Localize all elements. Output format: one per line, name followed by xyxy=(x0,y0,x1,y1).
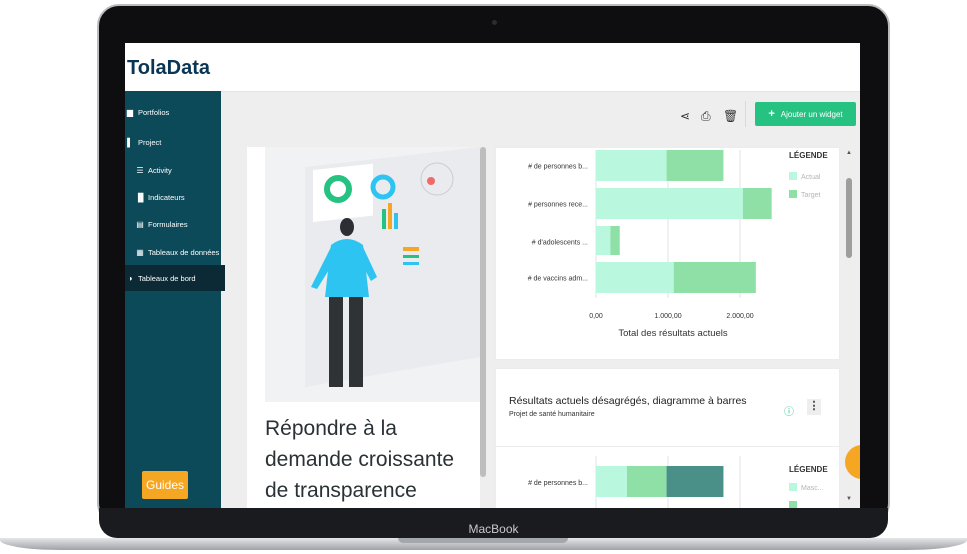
more-options-icon[interactable]: ⋮ xyxy=(807,399,821,415)
top-bar: TolaData xyxy=(125,43,860,92)
sidebar-item-tableaux-de-bord[interactable]: ◑ Tableaux de bord xyxy=(125,265,225,291)
briefcase-icon: ▆ xyxy=(126,107,134,117)
y-category-label: # de personnes b... xyxy=(528,480,588,487)
form-icon: ▤ xyxy=(136,219,144,229)
sidebar-item-project[interactable]: ▌ Project xyxy=(125,133,161,151)
hero-line: Répondre à la xyxy=(265,417,397,440)
legend-swatch xyxy=(789,190,797,198)
bar-actual xyxy=(596,262,674,293)
sidebar-item-label: Project xyxy=(138,137,162,147)
bar-target xyxy=(673,262,756,293)
macbook-label: MacBook xyxy=(468,522,519,536)
info-icon[interactable]: ⓘ xyxy=(784,403,794,418)
left-scrollbar[interactable] xyxy=(480,147,486,477)
legend-swatch xyxy=(789,172,797,180)
illustration-panel xyxy=(265,147,480,402)
y-category-label: # d'adolescents ... xyxy=(532,240,588,247)
chart-2-subtitle: Projet de santé humanitaire xyxy=(509,411,595,418)
legend-swatch xyxy=(789,483,797,491)
bar-segment xyxy=(666,466,724,497)
folder-icon: ▌ xyxy=(127,137,133,147)
chart-2-title: Résultats actuels désagrégés, diagramme … xyxy=(509,395,747,407)
app-screen: TolaData ▆ Portfolios ▌ Project ☰ Activi… xyxy=(125,43,860,508)
legend-title: LÉGENDE xyxy=(789,465,828,474)
sidebar-item-tableaux-de-donnees[interactable]: ▦ Tableaux de données xyxy=(135,243,219,261)
person-illustration xyxy=(305,147,480,387)
bar-segment xyxy=(596,466,627,497)
table-icon: ▦ xyxy=(136,247,144,257)
sidebar-item-activity[interactable]: ☰ Activity xyxy=(135,161,172,179)
hero-line: de transparence xyxy=(265,479,417,502)
bar-segment xyxy=(626,466,667,497)
laptop-notch xyxy=(398,538,568,543)
x-tick-label: 1.000,00 xyxy=(654,313,681,320)
laptop-chin: MacBook xyxy=(99,508,888,538)
toolbar-divider xyxy=(745,101,746,127)
guides-button[interactable]: Guides xyxy=(142,471,188,499)
bar-actual xyxy=(596,226,611,255)
legend-label: Masc... xyxy=(801,485,824,492)
scroll-up-arrow-icon[interactable]: ▲ xyxy=(846,150,852,156)
sidebar-item-indicateurs[interactable]: ▐▌ Indicateurs xyxy=(135,188,185,206)
hero-heading: Répondre à la demande croissante de tran… xyxy=(265,413,475,506)
chart-card-2: Résultats actuels désagrégés, diagramme … xyxy=(495,368,840,508)
sidebar-item-label: Portfolios xyxy=(138,107,170,117)
add-widget-button[interactable]: + Ajouter un widget xyxy=(755,102,856,126)
scroll-down-arrow-icon[interactable]: ▼ xyxy=(846,496,852,502)
add-widget-label: Ajouter un widget xyxy=(780,109,843,119)
x-tick-label: 2.000,00 xyxy=(726,313,753,320)
bar-actual xyxy=(596,188,743,219)
legend-swatch xyxy=(789,501,797,508)
x-axis-title: Total des résultats actuels xyxy=(618,328,728,339)
hero-line: demande croissante xyxy=(265,448,455,471)
right-scrollbar[interactable] xyxy=(846,178,852,258)
sidebar-item-portfolios[interactable]: ▆ Portfolios xyxy=(125,103,169,121)
dashboard-icon: ◑ xyxy=(127,273,133,283)
legend-label: Actual xyxy=(801,174,821,181)
sidebar-item-label: Indicateurs xyxy=(148,192,185,202)
illustration-card: Répondre à la demande croissante de tran… xyxy=(247,147,480,508)
sidebar-item-label: Tableaux de bord xyxy=(138,273,196,283)
bar-target xyxy=(610,226,620,255)
chart-card-1: 0,00 1.000,00 2.000,00 # de personnes b... #… xyxy=(495,147,840,360)
y-category-label: # de vaccins adm... xyxy=(528,276,588,283)
sidebar-item-formulaires[interactable]: ▤ Formulaires xyxy=(135,215,188,233)
x-tick-label: 0,00 xyxy=(589,313,603,320)
share-icon[interactable]: ⋖ xyxy=(680,109,690,123)
trash-icon[interactable]: 🗑 xyxy=(723,109,738,123)
print-icon[interactable]: ⎙ xyxy=(701,109,711,124)
app-logo[interactable]: TolaData xyxy=(127,57,210,80)
sidebar: ▆ Portfolios ▌ Project ☰ Activity ▐▌ Ind… xyxy=(125,91,225,508)
plus-icon: + xyxy=(768,108,775,120)
y-category-label: # personnes rece... xyxy=(528,202,588,209)
sidebar-item-label: Formulaires xyxy=(148,219,188,229)
chart-2: # de personnes b... LÉGENDE Masc... xyxy=(528,456,828,508)
legend-label: Target xyxy=(801,192,821,199)
bar-target xyxy=(666,150,724,181)
bar-target xyxy=(742,188,772,219)
list-icon: ☰ xyxy=(136,165,144,175)
chart-1: 0,00 1.000,00 2.000,00 # de personnes b... #… xyxy=(528,150,828,339)
sidebar-item-label: Activity xyxy=(148,165,172,175)
bar-actual xyxy=(596,150,667,181)
help-chat-button[interactable] xyxy=(845,445,860,479)
sidebar-item-label: Tableaux de données xyxy=(148,247,220,257)
camera-icon xyxy=(492,20,497,25)
y-category-label: # de personnes b... xyxy=(528,164,588,171)
bar-chart-icon: ▐▌ xyxy=(135,192,147,202)
legend-title: LÉGENDE xyxy=(789,151,828,160)
